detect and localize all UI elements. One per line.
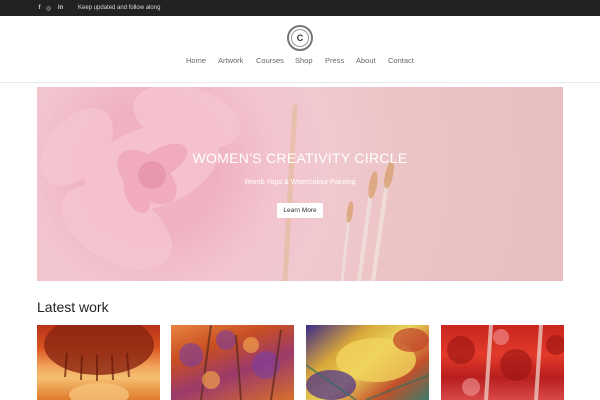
nav-item-courses[interactable]: Courses — [256, 56, 284, 65]
nav-item-contact[interactable]: Contact — [388, 56, 414, 65]
nav-item-about[interactable]: About — [356, 56, 376, 65]
learn-more-button[interactable]: Learn More — [277, 203, 323, 218]
logo-letter: C — [291, 29, 309, 47]
main-nav: Home Artwork Courses Shop Press About Co… — [0, 56, 600, 72]
artwork-image — [306, 328, 429, 400]
artwork-thumbnail[interactable] — [306, 325, 429, 400]
nav-item-home[interactable]: Home — [186, 56, 206, 65]
nav-item-shop[interactable]: Shop — [295, 56, 313, 65]
top-bar: f ◎ in Keep updated and follow along — [0, 0, 600, 16]
nav-item-press[interactable]: Press — [325, 56, 344, 65]
facebook-icon[interactable]: f — [35, 0, 44, 16]
site-header: C Home Artwork Courses Shop Press About … — [0, 16, 600, 83]
latest-work-heading: Latest work — [37, 299, 109, 315]
artwork-image — [179, 325, 282, 400]
artwork-thumbnail[interactable] — [441, 325, 564, 400]
hero-subtitle: Womb Yoga & Watercolour Painting — [244, 179, 356, 186]
artwork-image — [44, 325, 154, 400]
linkedin-icon[interactable]: in — [56, 0, 65, 16]
artwork-image — [447, 325, 564, 400]
topbar-tagline: Keep updated and follow along — [78, 5, 161, 11]
hero-banner: WOMEN'S CREATIVITY CIRCLE Womb Yoga & Wa… — [37, 87, 563, 281]
site-logo[interactable]: C — [287, 25, 313, 51]
hero-title: WOMEN'S CREATIVITY CIRCLE — [192, 150, 408, 166]
artwork-thumbnail[interactable] — [171, 325, 294, 400]
nav-item-artwork[interactable]: Artwork — [218, 56, 243, 65]
instagram-icon[interactable]: ◎ — [44, 0, 53, 16]
artwork-thumbnail[interactable] — [37, 325, 160, 400]
